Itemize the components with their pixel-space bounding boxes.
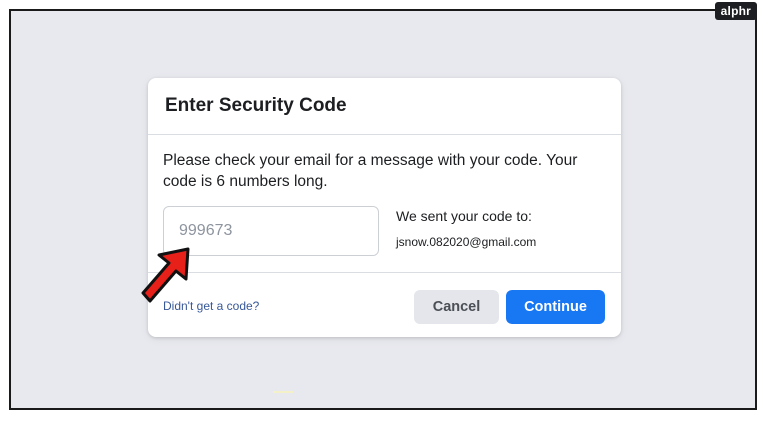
continue-button[interactable]: Continue <box>506 290 605 324</box>
sent-label: We sent your code to: <box>396 208 532 224</box>
alphr-watermark: alphr <box>714 2 757 20</box>
dialog-header: Enter Security Code <box>148 78 621 135</box>
security-code-dialog: Enter Security Code Please check your em… <box>148 78 621 337</box>
instruction-message: Please check your email for a message wi… <box>163 152 578 190</box>
screen: Enter Security Code Please check your em… <box>9 9 757 410</box>
sent-info: We sent your code to: jsnow.082020@gmail… <box>396 208 536 249</box>
faint-mark <box>273 391 293 393</box>
dialog-title: Enter Security Code <box>165 95 347 116</box>
cancel-button[interactable]: Cancel <box>414 290 499 324</box>
sent-email: jsnow.082020@gmail.com <box>396 235 537 249</box>
dialog-body: Please check your email for a message wi… <box>148 135 621 273</box>
red-arrow-icon <box>141 247 190 303</box>
dialog-footer: Didn't get a code? Cancel Continue <box>148 273 621 336</box>
